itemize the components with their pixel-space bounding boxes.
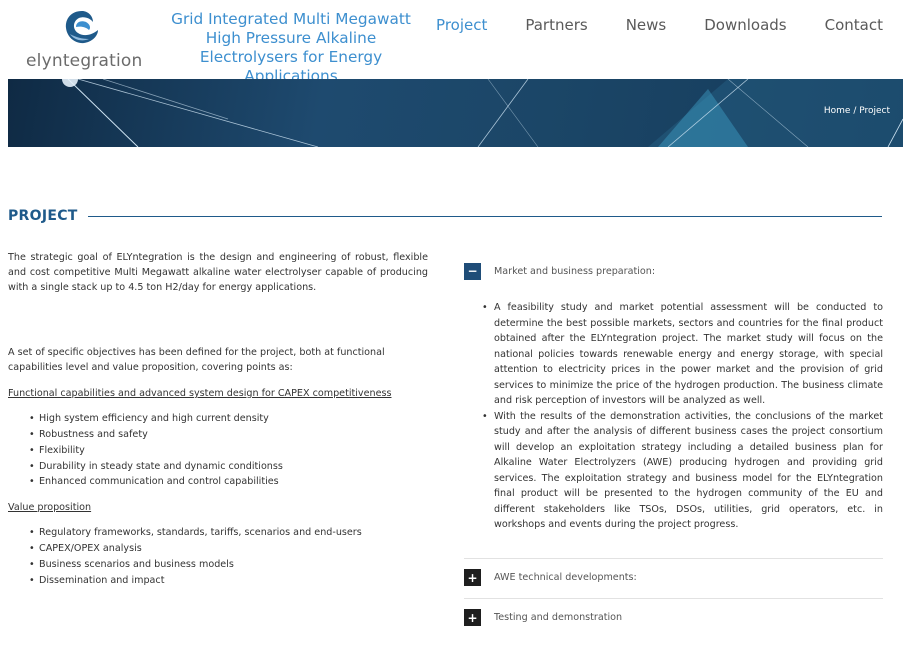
intro-paragraph: The strategic goal of ELYntegration is t… bbox=[8, 252, 428, 294]
site-tagline: Grid Integrated Multi Megawatt High Pres… bbox=[171, 10, 411, 85]
list-item: Enhanced communication and control capab… bbox=[29, 474, 428, 490]
accordion-header-awe[interactable]: + AWE technical developments: bbox=[464, 569, 883, 587]
accordion-title[interactable]: Market and business preparation: bbox=[494, 266, 655, 277]
page-title: PROJECT bbox=[8, 208, 86, 224]
nav-downloads[interactable]: Downloads bbox=[704, 16, 786, 34]
section-header: PROJECT bbox=[8, 208, 882, 228]
section-divider bbox=[88, 216, 882, 217]
nav-partners[interactable]: Partners bbox=[525, 16, 587, 34]
accordion-title[interactable]: Testing and demonstration bbox=[494, 612, 622, 623]
project-description: The strategic goal of ELYntegration is t… bbox=[8, 250, 428, 589]
accordion-header-market[interactable]: − Market and business preparation: bbox=[464, 262, 883, 280]
value-heading: Value proposition bbox=[8, 502, 92, 514]
plus-icon[interactable]: + bbox=[464, 609, 481, 626]
banner-lines-graphic bbox=[62, 79, 903, 147]
value-list: Regulatory frameworks, standards, tariff… bbox=[8, 525, 428, 588]
list-item: Flexibility bbox=[29, 443, 428, 459]
plus-icon[interactable]: + bbox=[464, 569, 481, 586]
project-accordion: − Market and business preparation: A fea… bbox=[464, 262, 883, 627]
accordion-divider bbox=[464, 557, 883, 559]
breadcrumb[interactable]: Home / Project bbox=[824, 106, 890, 116]
hero-banner: Home / Project bbox=[8, 79, 903, 147]
accordion-title[interactable]: AWE technical developments: bbox=[494, 572, 637, 583]
site-header: elyntegration Grid Integrated Multi Mega… bbox=[0, 0, 903, 85]
nav-news[interactable]: News bbox=[626, 16, 667, 34]
nav-contact[interactable]: Contact bbox=[825, 16, 883, 34]
market-bullets: A feasibility study and market potential… bbox=[464, 300, 883, 533]
site-logo[interactable]: elyntegration bbox=[26, 8, 143, 71]
minus-icon[interactable]: − bbox=[464, 262, 481, 280]
list-item: CAPEX/OPEX analysis bbox=[29, 541, 428, 557]
objectives-paragraph: A set of specific objectives has been de… bbox=[8, 346, 385, 373]
logo-text: elyntegration bbox=[26, 51, 143, 71]
functional-list: High system efficiency and high current … bbox=[8, 411, 428, 490]
list-item: A feasibility study and market potential… bbox=[482, 300, 883, 409]
list-item: Robustness and safety bbox=[29, 427, 428, 443]
list-item: Regulatory frameworks, standards, tariff… bbox=[29, 525, 428, 541]
list-item: High system efficiency and high current … bbox=[29, 411, 428, 427]
accordion-divider bbox=[464, 597, 883, 599]
list-item: With the results of the demonstration ac… bbox=[482, 409, 883, 533]
nav-project[interactable]: Project bbox=[436, 16, 487, 34]
list-item: Dissemination and impact bbox=[29, 573, 428, 589]
functional-heading: Functional capabilities and advanced sys… bbox=[8, 388, 392, 400]
logo-swirl-icon bbox=[65, 11, 98, 44]
accordion-header-testing[interactable]: + Testing and demonstration bbox=[464, 609, 883, 627]
accordion-panel-market: A feasibility study and market potential… bbox=[464, 300, 883, 533]
main-nav: Project Partners News Downloads Contact bbox=[398, 16, 883, 34]
list-item: Durability in steady state and dynamic c… bbox=[29, 459, 428, 475]
list-item: Business scenarios and business models bbox=[29, 557, 428, 573]
